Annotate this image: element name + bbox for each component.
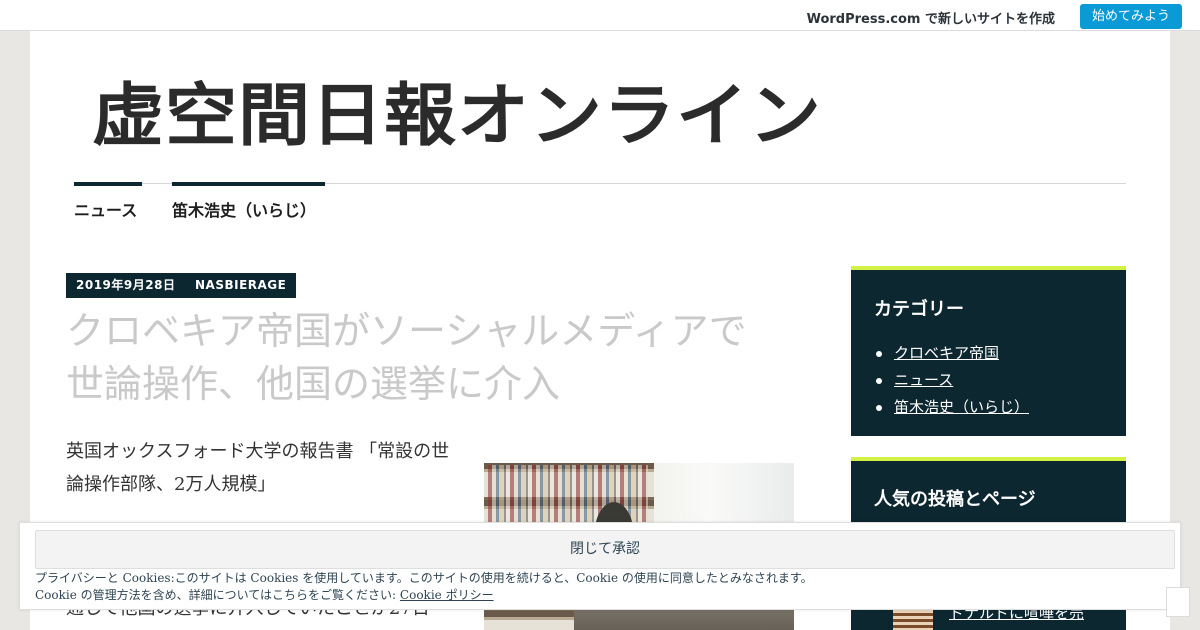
category-link-fuegi[interactable]: 笛木浩史（いらじ） [875, 394, 1029, 421]
create-site-link[interactable]: WordPress.com で新しいサイトを作成 [807, 8, 1055, 27]
cookie-accept-button[interactable]: 閉じて承認 [35, 530, 1175, 569]
site-logo[interactable]: 虚空間日報オンライン [92, 77, 821, 153]
cookie-notice-prefix: Cookie の管理方法を含め、詳細についてはこちらをご覧ください: [35, 588, 400, 602]
get-started-button[interactable]: 始めてみよう [1080, 4, 1182, 29]
category-link-kurobekia[interactable]: クロベキア帝国 [875, 340, 1029, 367]
cookie-notice-line2: Cookie の管理方法を含め、詳細についてはこちらをご覧ください: Cooki… [35, 587, 1165, 604]
post-excerpt: 英国オックスフォード大学の報告書 「常設の世論操作部隊、2万人規模」 [66, 441, 450, 495]
cookie-banner: 閉じて承認 プライバシーと Cookies:このサイトは Cookies を使用… [19, 522, 1181, 610]
follow-widget-tab[interactable] [1166, 587, 1190, 617]
cookie-policy-link[interactable]: Cookie ポリシー [400, 588, 494, 602]
nav-item-fuegi[interactable]: 笛木浩史（いらじ） [172, 182, 325, 224]
categories-widget-title: カテゴリー [874, 299, 964, 320]
cookie-notice-line1: プライバシーと Cookies:このサイトは Cookies を使用しています。… [35, 571, 813, 585]
post-date-badge[interactable]: 2019年9月28日 [66, 273, 186, 298]
nav-item-news[interactable]: ニュース [74, 182, 142, 224]
category-link-news[interactable]: ニュース [875, 367, 1029, 394]
popular-widget-title: 人気の投稿とページ [874, 489, 1036, 510]
post-author-badge[interactable]: NASBIERAGE [185, 273, 297, 298]
categories-widget: カテゴリー クロベキア帝国 ニュース 笛木浩史（いらじ） [851, 266, 1126, 436]
category-list: クロベキア帝国 ニュース 笛木浩史（いらじ） [875, 340, 1029, 421]
popular-post-thumbnail[interactable] [893, 607, 933, 630]
wpcom-top-bar: WordPress.com で新しいサイトを作成 始めてみよう [0, 0, 1200, 31]
post-title[interactable]: クロベキア帝国がソーシャルメディアで世論操作、他国の選挙に介入 [66, 305, 766, 411]
cookie-notice-text: プライバシーと Cookies:このサイトは Cookies を使用しています。… [35, 570, 1165, 604]
